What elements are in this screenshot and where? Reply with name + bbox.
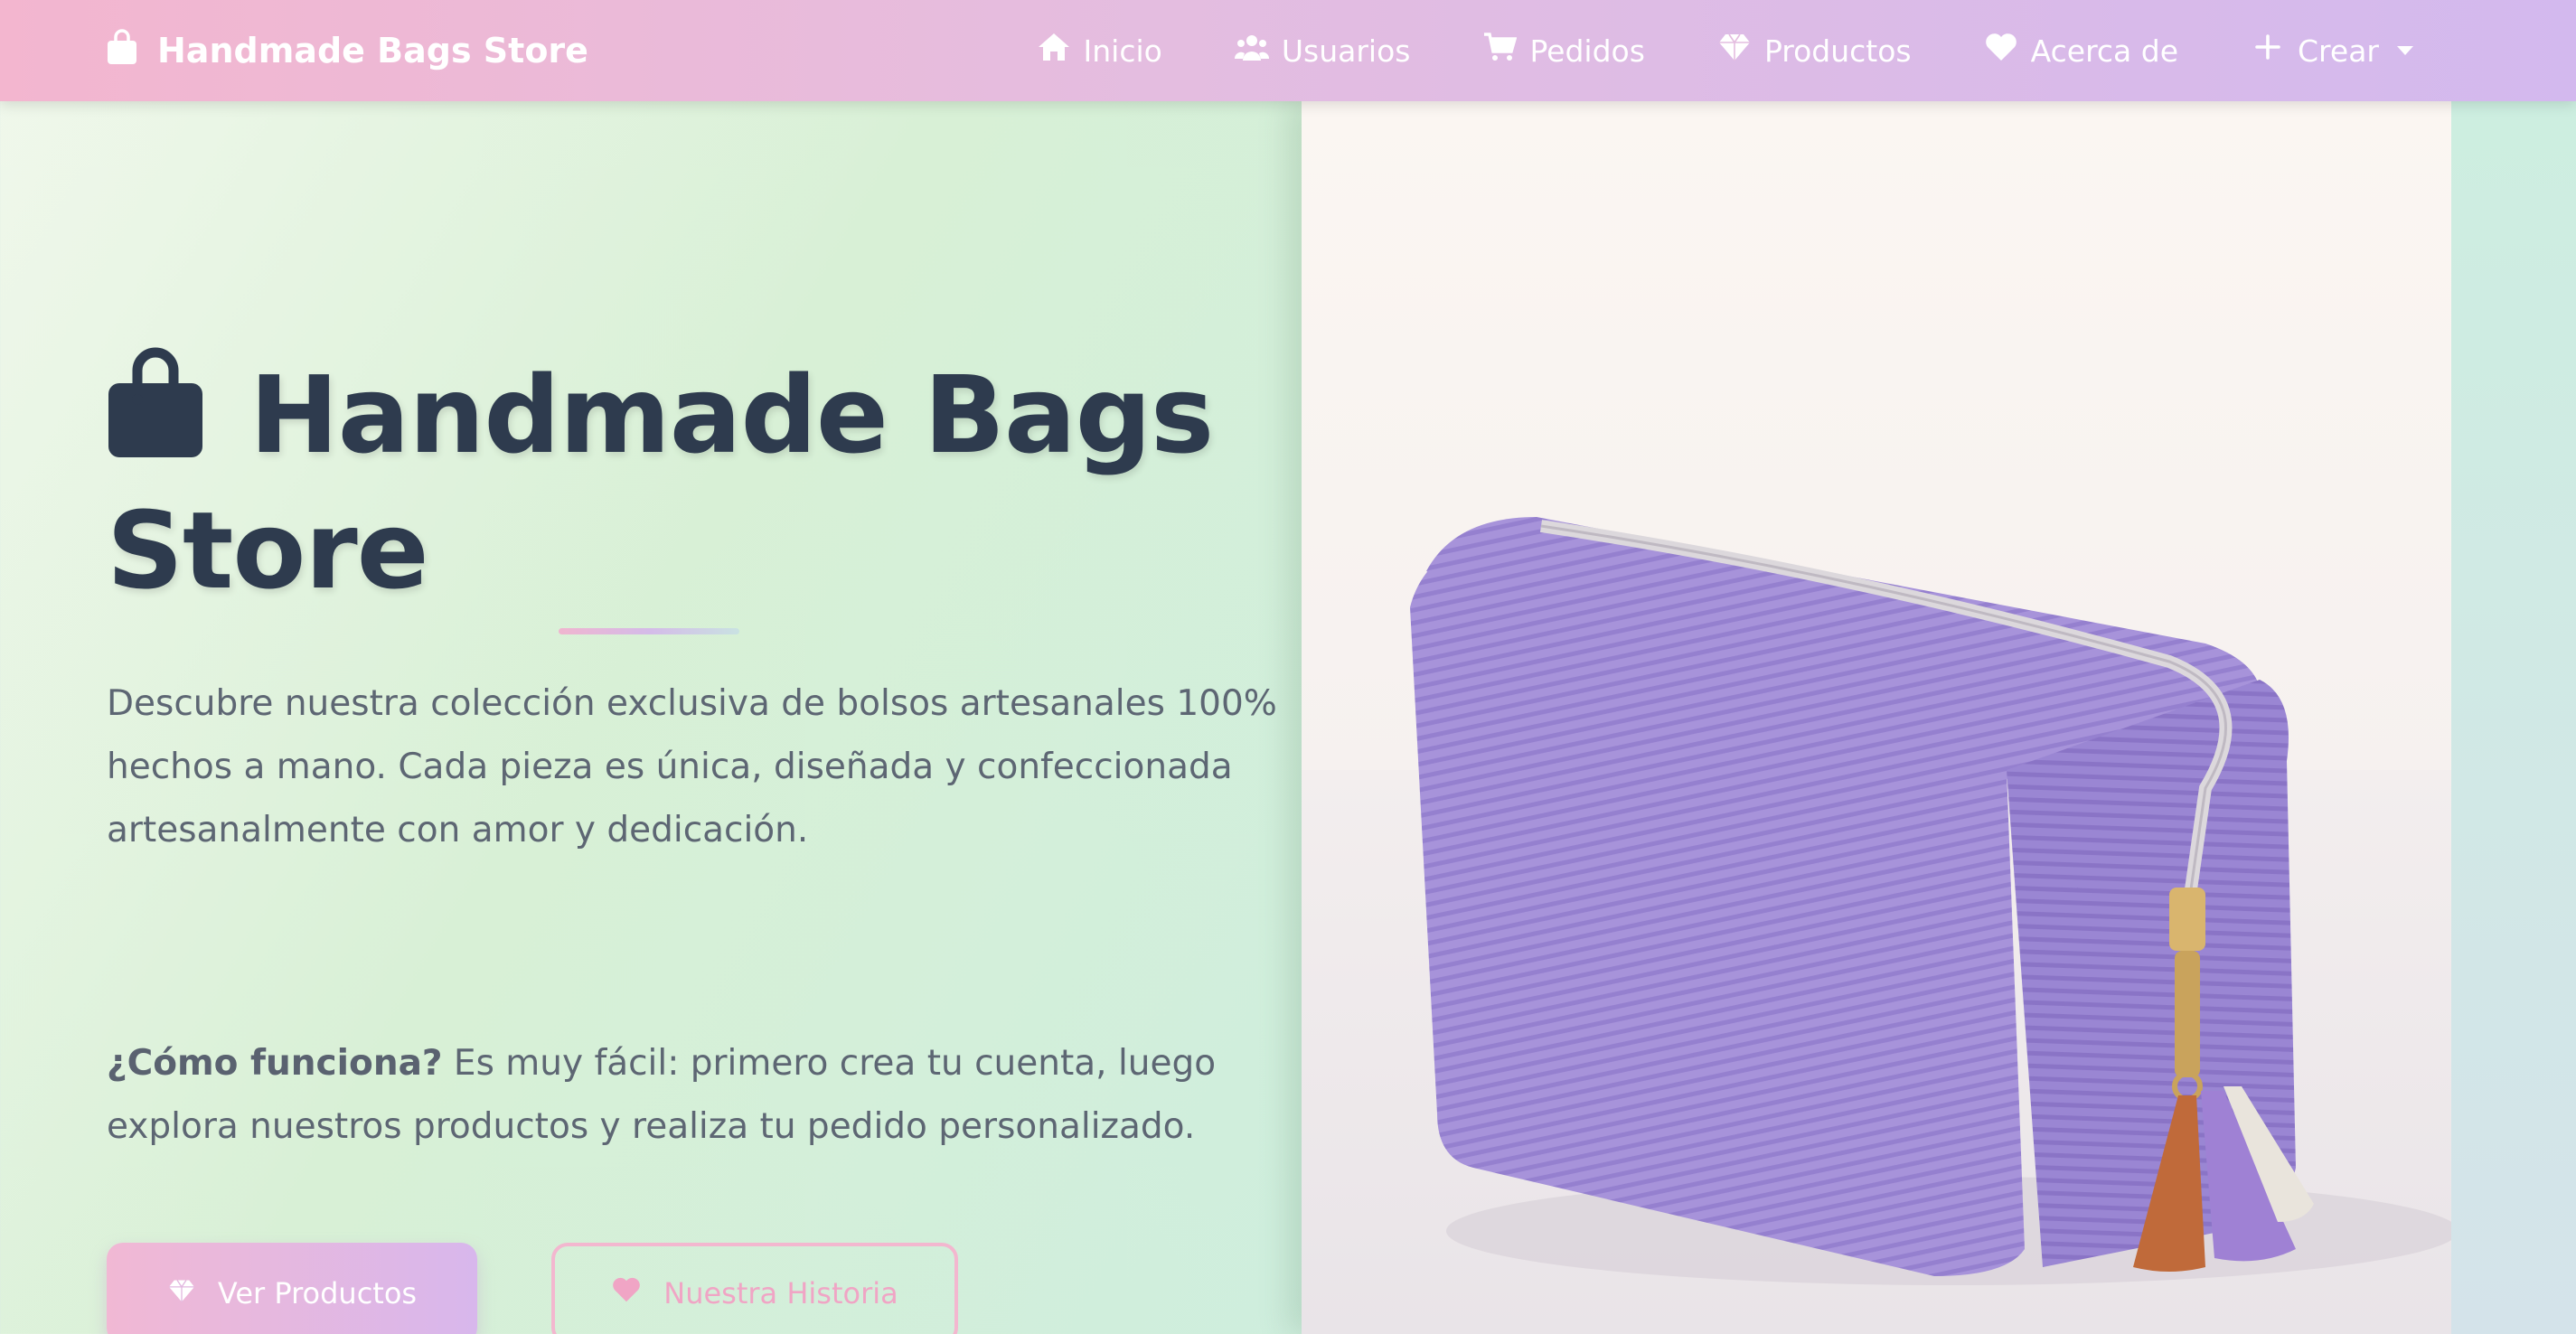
- nav-item-usuarios[interactable]: Usuarios: [1234, 32, 1411, 70]
- nav-item-label: Acerca de: [2030, 33, 2179, 69]
- heart-icon: [611, 1276, 642, 1311]
- gem-icon: [167, 1276, 196, 1311]
- gem-icon: [1717, 32, 1752, 70]
- users-icon: [1234, 32, 1269, 70]
- nav-item-pedidos[interactable]: Pedidos: [1482, 32, 1645, 70]
- our-story-label: Nuestra Historia: [663, 1276, 898, 1311]
- hero-description: Descubre nuestra colección exclusiva de …: [107, 683, 1277, 850]
- title-divider: [559, 628, 739, 634]
- shopping-bag-icon: [107, 28, 137, 73]
- hero-title-text: Handmade Bags Store: [107, 352, 1214, 613]
- view-products-button[interactable]: Ver Productos: [107, 1243, 477, 1334]
- how-it-works-text: ¿Cómo funciona? Es muy fácil: primero cr…: [107, 1032, 1282, 1159]
- nav-item-acerca-de[interactable]: Acerca de: [1984, 32, 2178, 70]
- background-strip: [2451, 101, 2576, 1334]
- nav-item-inicio[interactable]: Inicio: [1037, 32, 1162, 70]
- nav-item-label: Inicio: [1083, 33, 1162, 69]
- hero-title: Handmade Bags Store: [107, 347, 1264, 618]
- nav-item-productos[interactable]: Productos: [1717, 32, 1912, 70]
- brand-link[interactable]: Handmade Bags Store: [107, 23, 588, 78]
- nav-links: Inicio Usuarios Pedidos Productos Acerca…: [1037, 23, 2413, 78]
- top-navbar: Handmade Bags Store Inicio Usuarios Pedi…: [0, 0, 2576, 101]
- our-story-button[interactable]: Nuestra Historia: [551, 1243, 958, 1334]
- nav-item-label: Productos: [1763, 33, 1912, 69]
- plus-icon: [2251, 32, 2285, 70]
- heart-icon: [1984, 32, 2018, 70]
- shopping-bag-icon: [107, 347, 204, 459]
- brand-label: Handmade Bags Store: [157, 31, 588, 70]
- home-icon: [1037, 32, 1071, 70]
- nav-item-label: Pedidos: [1529, 33, 1645, 69]
- view-products-label: Ver Productos: [217, 1276, 418, 1311]
- chevron-down-icon: [2397, 46, 2413, 55]
- nav-item-crear-dropdown[interactable]: Crear: [2251, 32, 2413, 70]
- hero-product-image: [1302, 101, 2451, 1334]
- nav-item-label: Usuarios: [1281, 33, 1411, 69]
- nav-item-label: Crear: [2298, 33, 2379, 69]
- how-it-works-label: ¿Cómo funciona?: [107, 1043, 443, 1084]
- lilac-corduroy-pouch-illustration: [1302, 517, 2451, 1334]
- shopping-cart-icon: [1482, 32, 1518, 70]
